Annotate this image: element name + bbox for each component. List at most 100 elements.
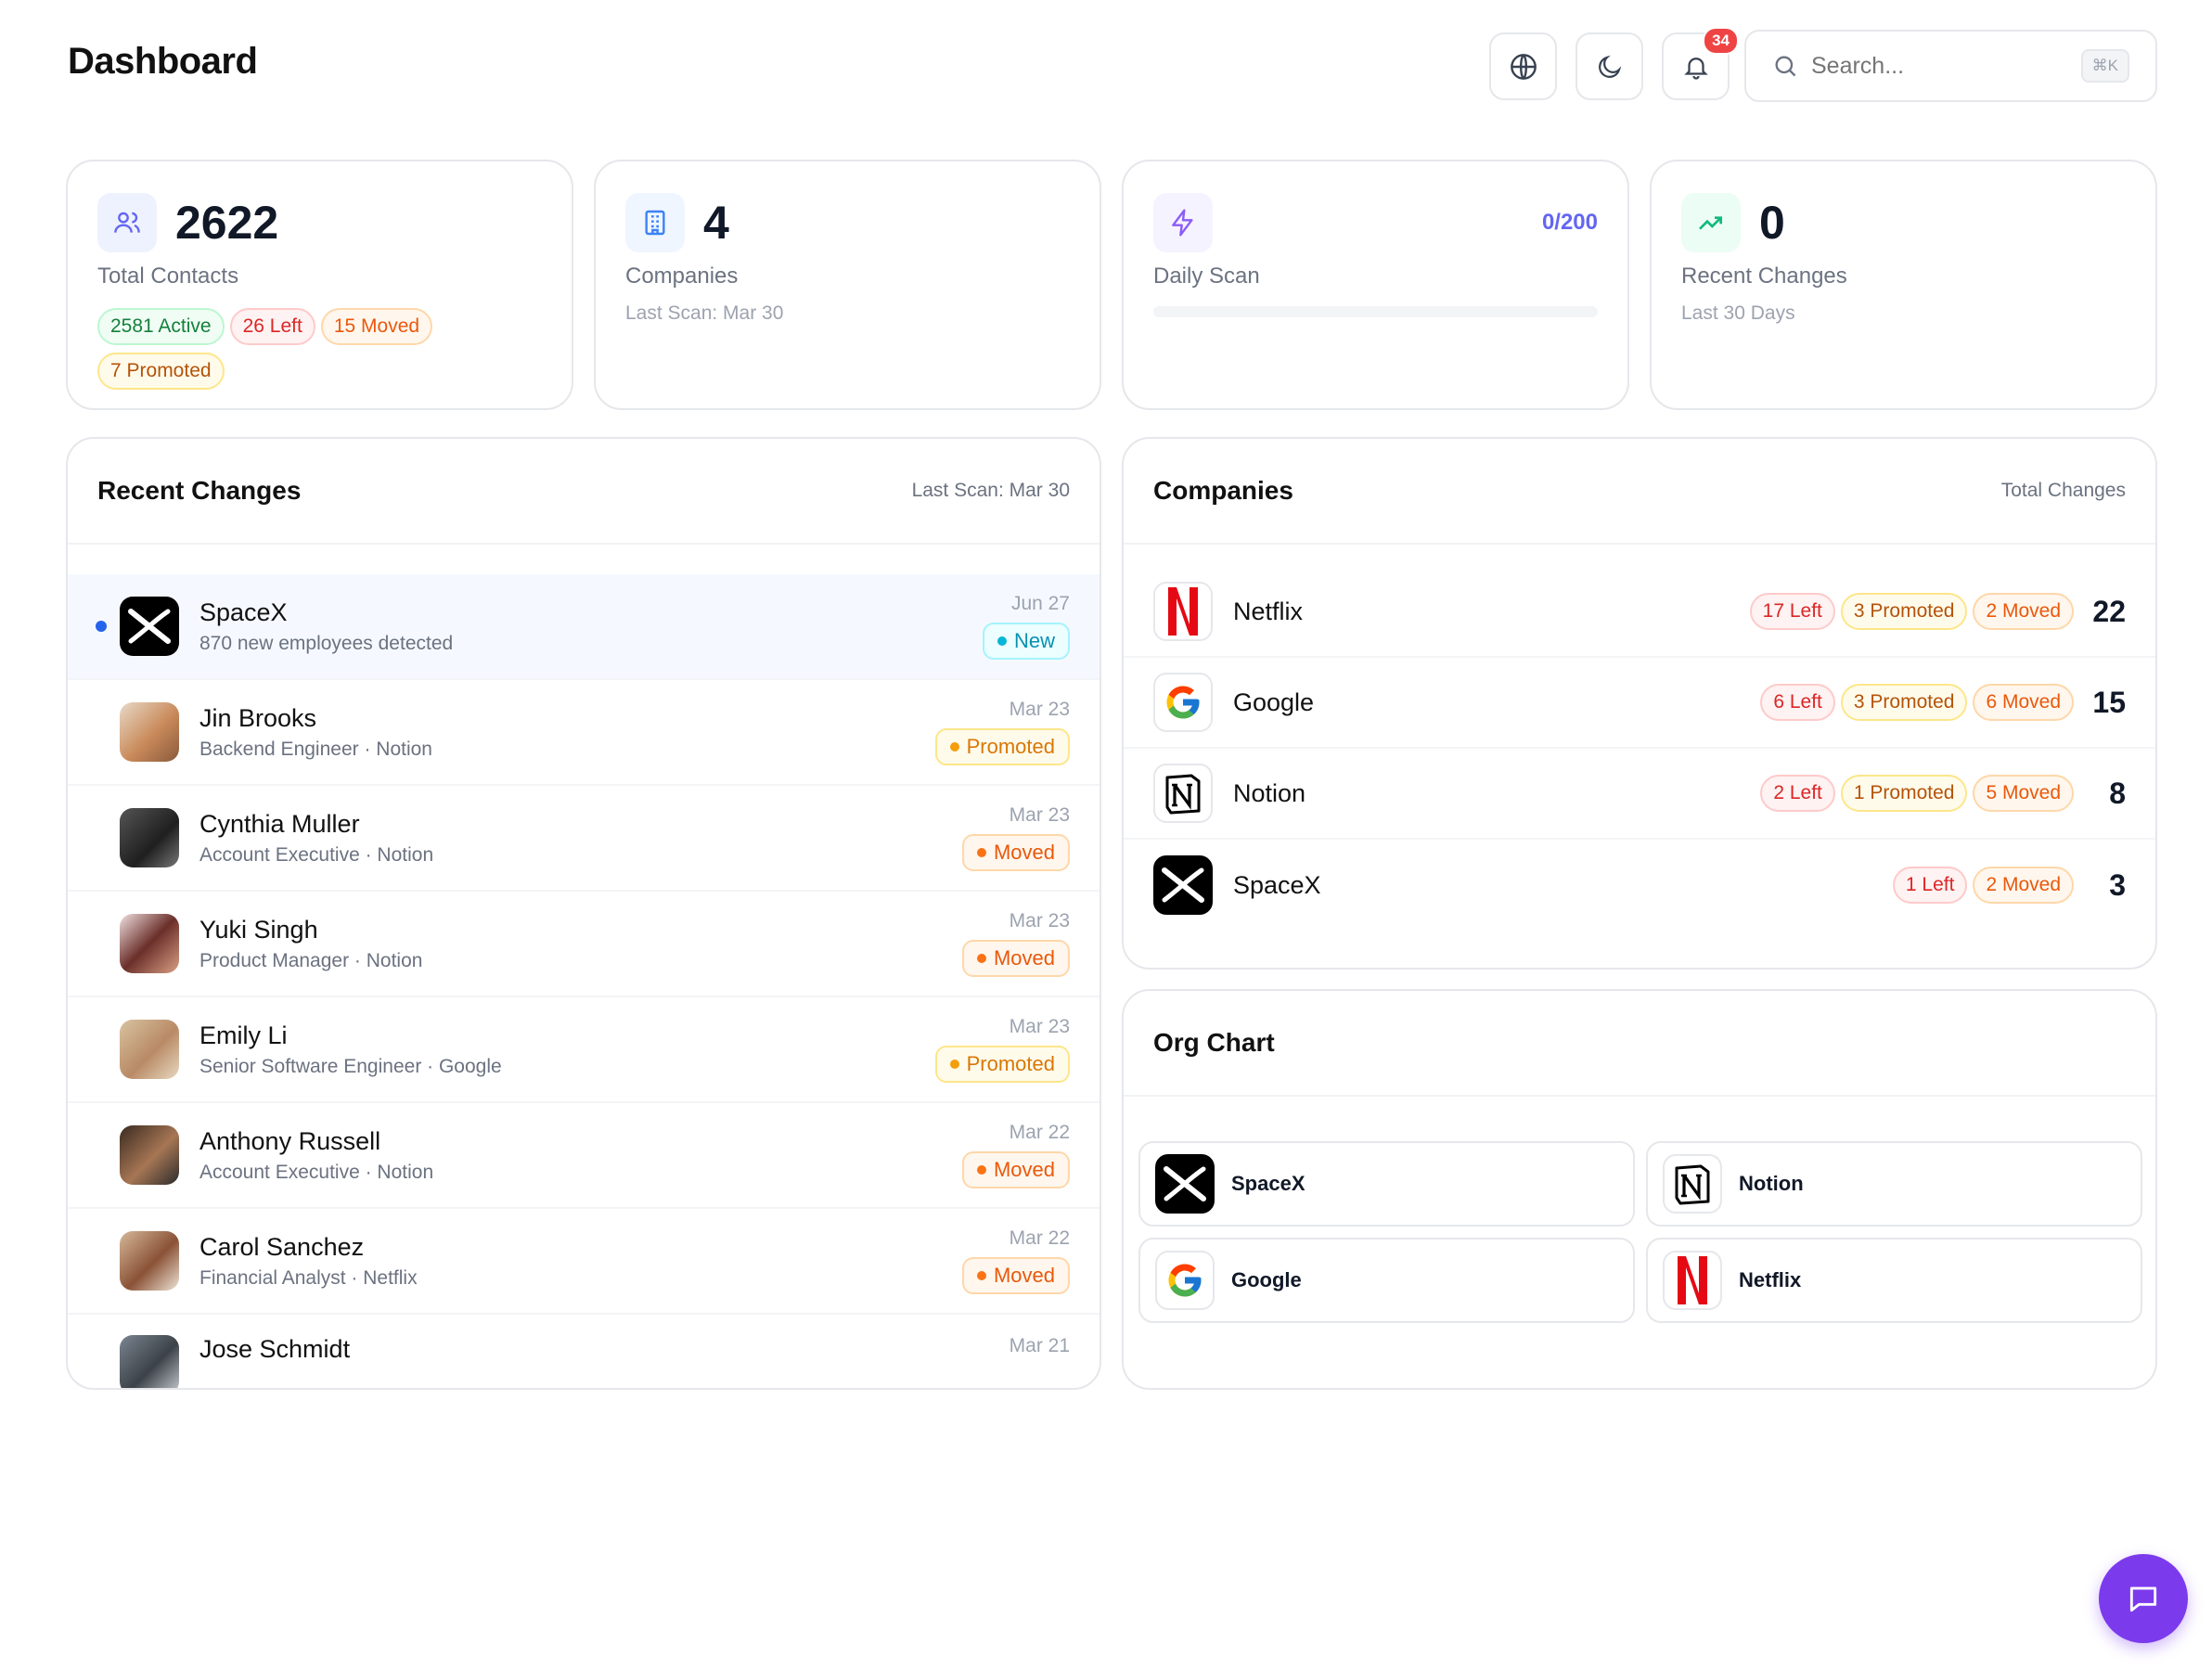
- list-item[interactable]: SpaceX 870 new employees detected Jun 27…: [68, 574, 1100, 680]
- total-contacts-label: Total Contacts: [97, 263, 239, 289]
- org-tile-google[interactable]: Google: [1138, 1238, 1635, 1323]
- list-item-name: Yuki Singh: [199, 915, 318, 944]
- spacex-logo-icon: [1155, 1154, 1215, 1214]
- globe-icon: [1510, 53, 1537, 80]
- list-item[interactable]: Emily Li Senior Software Engineer · Goog…: [68, 997, 1100, 1103]
- language-button[interactable]: [1489, 32, 1557, 100]
- list-item-date: Jun 27: [1010, 593, 1070, 614]
- list-item[interactable]: Yuki Singh Product Manager · Notion Mar …: [68, 892, 1100, 997]
- users-icon: [97, 193, 157, 252]
- avatar: [120, 1125, 179, 1185]
- moved-pill: 5 Moved: [1973, 775, 2074, 812]
- org-chart-panel: Org Chart SpaceX Notion Google Netflix: [1122, 989, 2157, 1390]
- company-row-google[interactable]: Google 6 Left 3 Promoted 6 Moved 15: [1124, 658, 2155, 749]
- status-badge: Moved: [961, 940, 1070, 977]
- bell-icon: [1683, 57, 1708, 80]
- list-item-subtitle: Senior Software Engineer · Google: [199, 1055, 502, 1077]
- list-item-subtitle: 870 new employees detected: [199, 632, 454, 654]
- building-icon: [625, 193, 685, 252]
- list-item-name: Carol Sanchez: [199, 1232, 365, 1261]
- recent-changes-title: Recent Changes: [97, 476, 302, 505]
- list-item[interactable]: Jin Brooks Backend Engineer · Notion Mar…: [68, 680, 1100, 786]
- org-tile-notion[interactable]: Notion: [1646, 1141, 2142, 1227]
- list-item-date: Mar 23: [1009, 910, 1070, 931]
- status-badge: Promoted: [934, 728, 1070, 765]
- status-badge: Moved: [961, 1151, 1070, 1188]
- left-pill: 17 Left: [1749, 593, 1835, 630]
- total-contacts-card: 2622 Total Contacts 2581 Active 26 Left 15…: [66, 160, 573, 410]
- list-item-name: Anthony Russell: [199, 1126, 381, 1155]
- status-badge: Moved: [961, 1257, 1070, 1294]
- list-item-date: Mar 22: [1009, 1227, 1070, 1249]
- companies-label: Companies: [625, 263, 739, 289]
- google-logo-icon: [1153, 673, 1213, 732]
- company-row-netflix[interactable]: Netflix 17 Left 3 Promoted 2 Moved 22: [1124, 567, 2155, 658]
- page-title: Dashboard: [68, 41, 258, 82]
- org-tile-name: Netflix: [1739, 1268, 1802, 1291]
- left-pill: 2 Left: [1760, 775, 1835, 812]
- moon-icon: [1598, 55, 1621, 78]
- search-input[interactable]: [1811, 52, 2062, 80]
- companies-stat-card: 4 Companies Last Scan: Mar 30: [594, 160, 1101, 410]
- moved-pill: 2 Moved: [1973, 593, 2074, 630]
- promoted-pill: 3 Promoted: [1840, 684, 1968, 721]
- active-count-pill: 2581 Active: [97, 308, 225, 345]
- netflix-logo-icon: [1153, 582, 1213, 641]
- company-name: SpaceX: [1233, 870, 1321, 899]
- org-tile-name: Notion: [1739, 1172, 1804, 1195]
- list-item-date: Mar 23: [1009, 1016, 1070, 1037]
- recent-changes-value: 0: [1759, 197, 1785, 249]
- search-box[interactable]: ⌘K: [1744, 30, 2157, 102]
- daily-scan-card: 0/200 Daily Scan: [1122, 160, 1629, 410]
- avatar: [120, 1335, 179, 1388]
- org-tile-netflix[interactable]: Netflix: [1646, 1238, 2142, 1323]
- avatar: [120, 1020, 179, 1079]
- list-item[interactable]: Jose Schmidt Mar 21: [68, 1315, 1100, 1388]
- recent-changes-stat-card: 0 Recent Changes Last 30 Days: [1650, 160, 2157, 410]
- avatar: [120, 702, 179, 762]
- org-tile-name: SpaceX: [1231, 1172, 1305, 1195]
- left-pill: 6 Left: [1760, 684, 1835, 721]
- list-item-date: Mar 22: [1009, 1122, 1070, 1143]
- companies-panel: Companies Total Changes Netflix 17 Left …: [1122, 437, 2157, 970]
- notifications-button[interactable]: 34: [1662, 27, 1739, 100]
- company-name: Google: [1233, 687, 1315, 716]
- org-tile-spacex[interactable]: SpaceX: [1138, 1141, 1635, 1227]
- list-item[interactable]: Anthony Russell Account Executive · Noti…: [68, 1103, 1100, 1209]
- company-total-changes: 22: [2092, 594, 2126, 628]
- moved-count-pill: 15 Moved: [320, 308, 433, 345]
- avatar: [120, 914, 179, 973]
- list-item-date: Mar 23: [1009, 699, 1070, 720]
- daily-scan-progress-bar: [1153, 306, 1598, 317]
- search-icon: [1775, 56, 1796, 77]
- avatar: [120, 808, 179, 867]
- list-item-date: Mar 23: [1009, 804, 1070, 826]
- chat-bubble-icon: [2129, 1586, 2157, 1612]
- status-badge: Moved: [961, 834, 1070, 871]
- company-row-spacex[interactable]: SpaceX 1 Left 2 Moved 3: [1124, 840, 2155, 931]
- daily-scan-value: 0/200: [1541, 210, 1598, 235]
- recent-changes-period: Last 30 Days: [1681, 302, 1795, 324]
- moved-pill: 2 Moved: [1973, 867, 2074, 904]
- left-count-pill: 26 Left: [229, 308, 315, 345]
- list-item-name: Emily Li: [199, 1021, 288, 1049]
- list-item-name: Jose Schmidt: [199, 1335, 351, 1363]
- unread-dot: [96, 621, 107, 632]
- trending-up-icon: [1681, 193, 1741, 252]
- theme-toggle-button[interactable]: [1575, 32, 1643, 100]
- org-chart-title: Org Chart: [1153, 1028, 1275, 1057]
- list-item-subtitle: Account Executive · Notion: [199, 843, 434, 866]
- chat-button[interactable]: [2099, 1554, 2188, 1643]
- notion-logo-icon: [1663, 1154, 1722, 1214]
- company-total-changes: 15: [2092, 685, 2126, 719]
- netflix-logo-icon: [1663, 1251, 1722, 1310]
- total-contacts-value: 2622: [175, 197, 279, 249]
- spacex-logo-icon: [120, 597, 179, 656]
- recent-changes-last-scan: Last Scan: Mar 30: [911, 480, 1070, 501]
- list-item-subtitle: Financial Analyst · Netflix: [199, 1266, 418, 1289]
- promoted-pill: 1 Promoted: [1840, 775, 1968, 812]
- list-item[interactable]: Cynthia Muller Account Executive · Notio…: [68, 786, 1100, 892]
- company-row-notion[interactable]: Notion 2 Left 1 Promoted 5 Moved 8: [1124, 749, 2155, 840]
- list-item[interactable]: Carol Sanchez Financial Analyst · Netfli…: [68, 1209, 1100, 1315]
- companies-last-scan: Last Scan: Mar 30: [625, 302, 784, 324]
